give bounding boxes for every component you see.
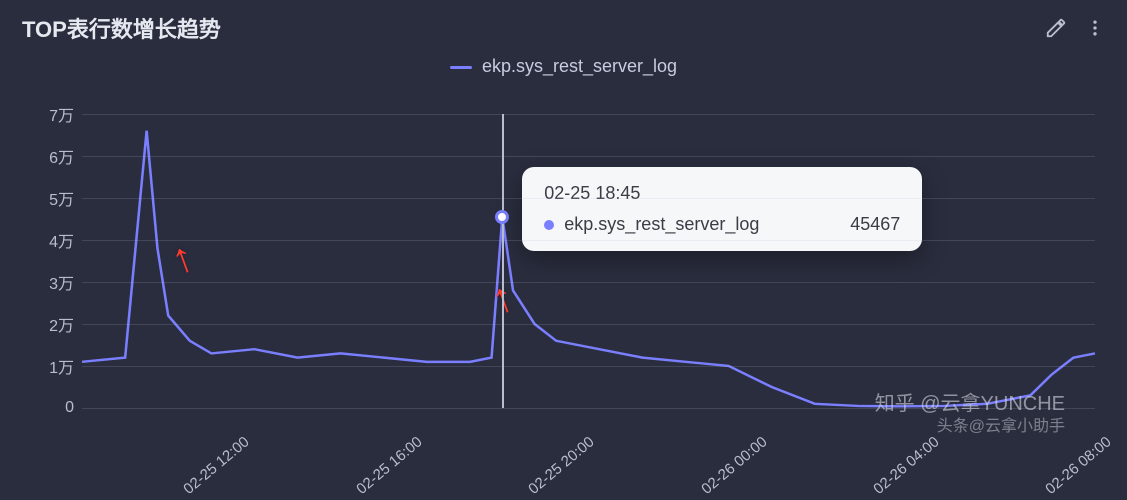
tooltip-series-dot — [544, 220, 554, 230]
watermark: 知乎 @云拿YUNCHE 头条@云拿小助手 — [875, 391, 1065, 438]
watermark-line1: 知乎 @云拿YUNCHE — [875, 391, 1065, 417]
y-axis-tick: 6万 — [24, 144, 74, 168]
panel-header: TOP表行数增长趋势 — [0, 0, 1127, 52]
grid-line — [82, 156, 1095, 157]
tooltip-value: 45467 — [850, 214, 900, 235]
x-axis-tick: 02-26 04:00 — [870, 433, 942, 497]
chart-panel: TOP表行数增长趋势 ekp.sys_rest_server_log ↑ ↑ 0… — [0, 0, 1127, 500]
legend-label: ekp.sys_rest_server_log — [482, 56, 677, 76]
y-axis-tick: 1万 — [24, 354, 74, 378]
grid-line — [82, 114, 1095, 115]
header-actions — [1045, 17, 1105, 39]
grid-line — [82, 240, 1095, 241]
y-axis-tick: 7万 — [24, 102, 74, 126]
y-axis-tick: 0 — [24, 399, 74, 417]
grid-line — [82, 324, 1095, 325]
x-axis-tick: 02-25 20:00 — [525, 433, 597, 497]
y-axis-tick: 3万 — [24, 270, 74, 294]
tooltip-series-name: ekp.sys_rest_server_log — [564, 214, 759, 234]
y-axis-tick: 2万 — [24, 312, 74, 336]
plot-region[interactable]: ↑ ↑ 02-25 18:45 ekp.sys_rest_server_log … — [82, 114, 1095, 408]
tooltip-crosshair — [502, 114, 504, 408]
grid-line — [82, 198, 1095, 199]
panel-title: TOP表行数增长趋势 — [22, 12, 221, 44]
hover-marker — [495, 210, 509, 224]
tooltip-time: 02-25 18:45 — [544, 183, 900, 204]
y-axis-tick: 5万 — [24, 186, 74, 210]
more-icon[interactable] — [1085, 18, 1105, 38]
chart-legend[interactable]: ekp.sys_rest_server_log — [0, 52, 1127, 79]
edit-icon[interactable] — [1045, 17, 1067, 39]
legend-swatch — [450, 66, 472, 69]
hover-tooltip: 02-25 18:45 ekp.sys_rest_server_log 4546… — [522, 167, 922, 251]
line-series-svg — [82, 114, 1095, 408]
x-axis-tick: 02-25 12:00 — [181, 433, 253, 497]
x-axis-tick: 02-26 00:00 — [698, 433, 770, 497]
x-axis-tick: 02-26 08:00 — [1043, 433, 1115, 497]
x-axis-tick: 02-25 16:00 — [353, 433, 425, 497]
watermark-line2: 头条@云拿小助手 — [875, 417, 1065, 438]
grid-line — [82, 282, 1095, 283]
chart-area[interactable]: ↑ ↑ 02-25 18:45 ekp.sys_rest_server_log … — [22, 86, 1105, 478]
y-axis-tick: 4万 — [24, 228, 74, 252]
grid-line — [82, 366, 1095, 367]
